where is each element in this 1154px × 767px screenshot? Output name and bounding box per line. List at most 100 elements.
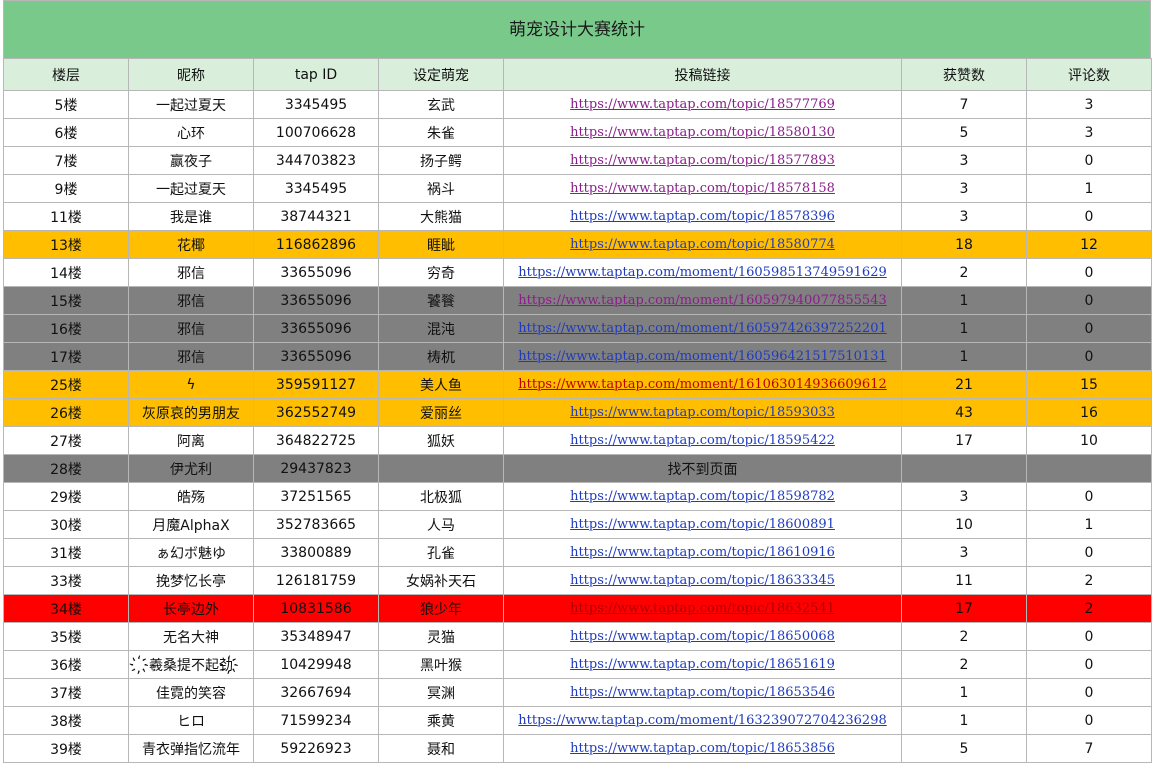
- cell-pet[interactable]: 祸斗: [378, 174, 504, 203]
- submission-link[interactable]: https://www.taptap.com/topic/18580774: [570, 237, 835, 252]
- cell-nickname[interactable]: 邪信: [128, 286, 254, 315]
- cell-comments[interactable]: 0: [1026, 678, 1152, 707]
- cell-likes[interactable]: 21: [901, 370, 1027, 399]
- cell-comments[interactable]: 2: [1026, 594, 1152, 623]
- cell-likes[interactable]: [901, 454, 1027, 483]
- header-likes[interactable]: 获赞数: [901, 58, 1027, 91]
- cell-link[interactable]: https://www.taptap.com/topic/18610916: [503, 538, 902, 567]
- submission-link[interactable]: https://www.taptap.com/moment/1605985137…: [518, 265, 887, 280]
- submission-link[interactable]: https://www.taptap.com/topic/18633345: [570, 573, 835, 588]
- submission-link[interactable]: https://www.taptap.com/moment/1610630149…: [518, 377, 887, 392]
- submission-link[interactable]: https://www.taptap.com/topic/18593033: [570, 405, 835, 420]
- cell-floor[interactable]: 13楼: [3, 230, 129, 259]
- cell-nickname[interactable]: 青衣弹指忆流年: [128, 734, 254, 763]
- cell-link[interactable]: https://www.taptap.com/topic/18577769: [503, 90, 902, 119]
- cell-link[interactable]: https://www.taptap.com/moment/1632390727…: [503, 706, 902, 735]
- cell-likes[interactable]: 1: [901, 286, 1027, 315]
- cell-floor[interactable]: 39楼: [3, 734, 129, 763]
- cell-floor[interactable]: 38楼: [3, 706, 129, 735]
- cell-link[interactable]: https://www.taptap.com/topic/18650068: [503, 622, 902, 651]
- submission-link[interactable]: https://www.taptap.com/topic/18651619: [570, 657, 835, 672]
- cell-tap-id[interactable]: 33655096: [253, 342, 379, 371]
- cell-floor[interactable]: 29楼: [3, 482, 129, 511]
- cell-floor[interactable]: 9楼: [3, 174, 129, 203]
- submission-link[interactable]: https://www.taptap.com/topic/18577893: [570, 153, 835, 168]
- cell-nickname[interactable]: ҉羲桑提不起劲҉: [128, 650, 254, 679]
- submission-link[interactable]: https://www.taptap.com/topic/18577769: [570, 97, 835, 112]
- cell-link[interactable]: https://www.taptap.com/moment/1605964215…: [503, 342, 902, 371]
- cell-link[interactable]: https://www.taptap.com/topic/18593033: [503, 398, 902, 427]
- cell-nickname[interactable]: 长亭边外: [128, 594, 254, 623]
- cell-floor[interactable]: 5楼: [3, 90, 129, 119]
- cell-nickname[interactable]: 伊尤利: [128, 454, 254, 483]
- cell-comments[interactable]: 0: [1026, 146, 1152, 175]
- cell-nickname[interactable]: ヒロ: [128, 706, 254, 735]
- cell-likes[interactable]: 3: [901, 482, 1027, 511]
- cell-tap-id[interactable]: 71599234: [253, 706, 379, 735]
- cell-floor[interactable]: 37楼: [3, 678, 129, 707]
- cell-likes[interactable]: 3: [901, 202, 1027, 231]
- cell-floor[interactable]: 17楼: [3, 342, 129, 371]
- cell-floor[interactable]: 15楼: [3, 286, 129, 315]
- cell-tap-id[interactable]: 359591127: [253, 370, 379, 399]
- cell-pet[interactable]: 北极狐: [378, 482, 504, 511]
- cell-pet[interactable]: 扬子鳄: [378, 146, 504, 175]
- submission-link[interactable]: https://www.taptap.com/topic/18632541: [570, 601, 835, 616]
- cell-nickname[interactable]: 我是谁: [128, 202, 254, 231]
- cell-likes[interactable]: 10: [901, 510, 1027, 539]
- cell-likes[interactable]: 5: [901, 118, 1027, 147]
- cell-likes[interactable]: 1: [901, 314, 1027, 343]
- cell-tap-id[interactable]: 38744321: [253, 202, 379, 231]
- cell-pet[interactable]: 玄武: [378, 90, 504, 119]
- cell-likes[interactable]: 5: [901, 734, 1027, 763]
- cell-tap-id[interactable]: 33655096: [253, 314, 379, 343]
- cell-tap-id[interactable]: 116862896: [253, 230, 379, 259]
- submission-link[interactable]: https://www.taptap.com/topic/18595422: [570, 433, 835, 448]
- cell-tap-id[interactable]: 33655096: [253, 258, 379, 287]
- cell-nickname[interactable]: 无名大神: [128, 622, 254, 651]
- cell-pet[interactable]: 女娲补天石: [378, 566, 504, 595]
- cell-likes[interactable]: 2: [901, 258, 1027, 287]
- header-link[interactable]: 投稿链接: [503, 58, 902, 91]
- cell-pet[interactable]: 狐妖: [378, 426, 504, 455]
- cell-comments[interactable]: 12: [1026, 230, 1152, 259]
- cell-comments[interactable]: 0: [1026, 258, 1152, 287]
- cell-link[interactable]: https://www.taptap.com/moment/1605979400…: [503, 286, 902, 315]
- cell-pet[interactable]: [378, 454, 504, 483]
- cell-comments[interactable]: [1026, 454, 1152, 483]
- cell-tap-id[interactable]: 33655096: [253, 286, 379, 315]
- submission-link[interactable]: https://www.taptap.com/moment/1605979400…: [518, 293, 887, 308]
- cell-link[interactable]: https://www.taptap.com/topic/18653856: [503, 734, 902, 763]
- header-comments[interactable]: 评论数: [1026, 58, 1152, 91]
- cell-nickname[interactable]: 一起过夏天: [128, 174, 254, 203]
- submission-link[interactable]: https://www.taptap.com/moment/1605974263…: [518, 321, 887, 336]
- cell-likes[interactable]: 2: [901, 650, 1027, 679]
- cell-link[interactable]: https://www.taptap.com/topic/18653546: [503, 678, 902, 707]
- cell-pet[interactable]: 人马: [378, 510, 504, 539]
- cell-link[interactable]: https://www.taptap.com/moment/1605974263…: [503, 314, 902, 343]
- cell-comments[interactable]: 0: [1026, 342, 1152, 371]
- cell-likes[interactable]: 1: [901, 678, 1027, 707]
- submission-link[interactable]: https://www.taptap.com/moment/1632390727…: [518, 713, 887, 728]
- cell-pet[interactable]: 乘黄: [378, 706, 504, 735]
- cell-comments[interactable]: 0: [1026, 622, 1152, 651]
- cell-floor[interactable]: 33楼: [3, 566, 129, 595]
- cell-floor[interactable]: 26楼: [3, 398, 129, 427]
- cell-link[interactable]: https://www.taptap.com/topic/18577893: [503, 146, 902, 175]
- cell-link[interactable]: https://www.taptap.com/topic/18600891: [503, 510, 902, 539]
- cell-link[interactable]: https://www.taptap.com/topic/18578396: [503, 202, 902, 231]
- cell-tap-id[interactable]: 32667694: [253, 678, 379, 707]
- cell-pet[interactable]: 孔雀: [378, 538, 504, 567]
- cell-nickname[interactable]: 灰原哀的男朋友: [128, 398, 254, 427]
- cell-link[interactable]: https://www.taptap.com/topic/18578158: [503, 174, 902, 203]
- cell-tap-id[interactable]: 126181759: [253, 566, 379, 595]
- cell-link[interactable]: 找不到页面: [503, 454, 902, 483]
- cell-floor[interactable]: 14楼: [3, 258, 129, 287]
- cell-likes[interactable]: 43: [901, 398, 1027, 427]
- cell-comments[interactable]: 3: [1026, 118, 1152, 147]
- cell-tap-id[interactable]: 10831586: [253, 594, 379, 623]
- cell-comments[interactable]: 0: [1026, 202, 1152, 231]
- header-floor[interactable]: 楼层: [3, 58, 129, 91]
- cell-pet[interactable]: 爱丽丝: [378, 398, 504, 427]
- cell-comments[interactable]: 16: [1026, 398, 1152, 427]
